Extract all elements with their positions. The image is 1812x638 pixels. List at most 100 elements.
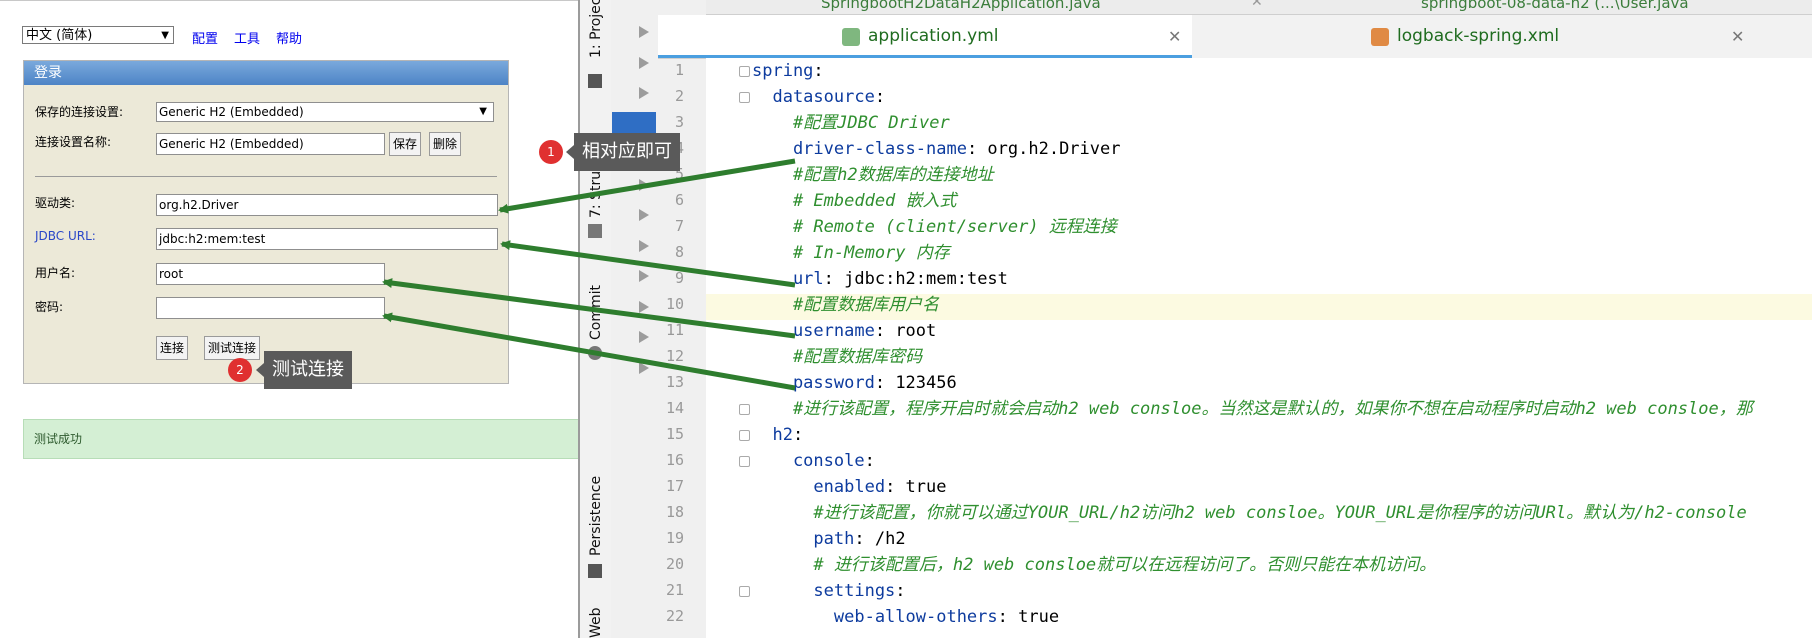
saved-settings-select[interactable]: Generic H2 (Embedded) ▼ — [156, 102, 494, 122]
yaml-value: org.h2.Driver — [977, 139, 1121, 159]
line-number: 9 — [674, 269, 684, 287]
driver-label: 驱动类: — [35, 196, 76, 210]
h2-console: 中文 (简体) ▼ 配置 工具 帮助 登录 保存的连接设置: Generic H… — [0, 0, 583, 638]
password-input[interactable] — [156, 297, 385, 319]
yaml-value: 123456 — [885, 373, 957, 393]
code-line: # In-Memory 内存 — [752, 240, 950, 266]
setting-name-label: 连接设置名称: — [35, 135, 112, 149]
form-divider — [35, 176, 497, 177]
callout-label-2: 测试连接 — [264, 351, 352, 389]
driver-input[interactable]: org.h2.Driver — [156, 194, 498, 216]
code-line: username: root — [752, 321, 937, 341]
language-select[interactable]: 中文 (简体) ▼ — [22, 26, 174, 44]
code-line: path: /h2 — [752, 529, 906, 549]
close-icon[interactable]: ✕ — [1168, 15, 1181, 58]
code-line: driver-class-name: org.h2.Driver — [752, 139, 1121, 159]
code-line: web-allow-others: true — [752, 607, 1060, 627]
ide-tool-window-bar: 1: Project 7: Structure Commit Persisten… — [578, 0, 613, 638]
line-number: 22 — [665, 607, 684, 625]
tab-user-java[interactable]: springboot-08-data-h2 (...\User.java — [1421, 0, 1689, 12]
line-number: 6 — [674, 191, 684, 209]
yaml-comment: #配置数据库用户名 — [752, 295, 940, 315]
line-number: 16 — [665, 451, 684, 469]
yaml-key: settings — [752, 581, 896, 601]
test-connect-button[interactable]: 测试连接 — [204, 336, 261, 360]
fold-marker-icon[interactable] — [739, 66, 750, 77]
username-label: 用户名: — [35, 266, 76, 280]
callout-pointer — [256, 363, 264, 377]
line-number: 19 — [665, 529, 684, 547]
code-line: enabled: true — [752, 477, 947, 497]
chevron-down-icon: ▼ — [161, 30, 169, 41]
yaml-comment: # Remote (client/server) 远程连接 — [752, 217, 1117, 237]
code-line: settings: — [752, 581, 906, 601]
line-number: 7 — [674, 217, 684, 235]
line-number: 1 — [674, 61, 684, 79]
persistence-icon — [588, 564, 602, 578]
line-number: 8 — [674, 243, 684, 261]
tab-application-yml[interactable]: application.yml ✕ — [658, 15, 1192, 58]
yaml-comment: #配置数据库密码 — [752, 347, 923, 367]
fold-marker-icon[interactable] — [739, 456, 750, 467]
top-tab-row: SpringbootH2DataH2Application.java ✕ spr… — [611, 0, 1812, 15]
folder-icon — [588, 74, 602, 88]
menu-help-link[interactable]: 帮助 — [276, 28, 302, 47]
line-number: 18 — [665, 503, 684, 521]
jdbc-url-input[interactable]: jdbc:h2:mem:test — [156, 228, 498, 250]
line-number: 14 — [665, 399, 684, 417]
yaml-key: h2 — [752, 425, 793, 445]
run-gutter-icon[interactable] — [639, 26, 649, 38]
menu-config-link[interactable]: 配置 — [192, 28, 218, 47]
delete-button[interactable]: 删除 — [429, 132, 462, 156]
code-line: password: 123456 — [752, 373, 957, 393]
code-line: spring: — [752, 61, 824, 81]
fold-marker-icon[interactable] — [739, 92, 750, 103]
connect-button[interactable]: 连接 — [156, 336, 189, 360]
close-icon[interactable]: ✕ — [1731, 15, 1744, 58]
close-icon[interactable]: ✕ — [1251, 0, 1263, 10]
yaml-value: true — [895, 477, 947, 497]
tab-label: application.yml — [868, 26, 999, 46]
fold-marker-icon[interactable] — [739, 404, 750, 415]
line-number: 10 — [665, 295, 684, 313]
saved-settings-label: 保存的连接设置: — [35, 105, 124, 119]
code-line: url: jdbc:h2:mem:test — [752, 269, 1008, 289]
chevron-down-icon: ▼ — [479, 106, 487, 117]
login-panel: 登录 保存的连接设置: Generic H2 (Embedded) ▼ 连接设置… — [23, 60, 509, 384]
tab-logback-xml[interactable]: logback-spring.xml ✕ — [1193, 15, 1753, 58]
save-button[interactable]: 保存 — [389, 132, 422, 156]
line-number: 17 — [665, 477, 684, 495]
status-message: 测试成功 — [23, 419, 583, 459]
username-input[interactable]: root — [156, 263, 385, 285]
editor-tab-row: application.yml ✕ logback-spring.xml ✕ — [658, 15, 1812, 59]
callout-pointer — [566, 145, 574, 159]
code-line: # 进行该配置后，h2 web consloe就可以在远程访问了。否则只能在本机… — [752, 552, 1436, 578]
yaml-key: url — [752, 269, 824, 289]
fold-marker-icon[interactable] — [739, 430, 750, 441]
code-line: #进行该配置，程序开启时就会启动h2 web consloe。当然这是默认的，如… — [752, 396, 1753, 422]
yaml-key: spring — [752, 61, 814, 81]
structure-icon — [588, 224, 602, 238]
code-line: console: — [752, 451, 875, 471]
yaml-file-icon — [842, 28, 860, 46]
menu-tools-link[interactable]: 工具 — [234, 28, 260, 47]
tab-application-java[interactable]: SpringbootH2DataH2Application.java — [821, 0, 1101, 12]
password-label: 密码: — [35, 300, 64, 314]
fold-marker-icon[interactable] — [739, 586, 750, 597]
yaml-key: driver-class-name — [752, 139, 967, 159]
code-editor[interactable]: spring: datasource: #配置JDBC Driver drive… — [706, 58, 1812, 638]
yaml-key: password — [752, 373, 875, 393]
line-number: 2 — [674, 87, 684, 105]
line-number: 12 — [665, 347, 684, 365]
yaml-comment: #配置h2数据库的连接地址 — [752, 165, 994, 185]
line-number: 13 — [665, 373, 684, 391]
xml-file-icon — [1371, 28, 1389, 46]
callout-label-1: 相对应即可 — [574, 133, 680, 171]
editor-gutter: 12345678910111213141516171819202122 — [611, 0, 706, 638]
jdbc-url-label[interactable]: JDBC URL: — [35, 229, 96, 243]
setting-name-input[interactable]: Generic H2 (Embedded) — [156, 133, 385, 155]
yaml-comment: #进行该配置，程序开启时就会启动h2 web consloe。当然这是默认的，如… — [752, 399, 1753, 419]
code-line: # Remote (client/server) 远程连接 — [752, 214, 1117, 240]
yaml-value: root — [885, 321, 937, 341]
code-line: #配置h2数据库的连接地址 — [752, 162, 994, 188]
